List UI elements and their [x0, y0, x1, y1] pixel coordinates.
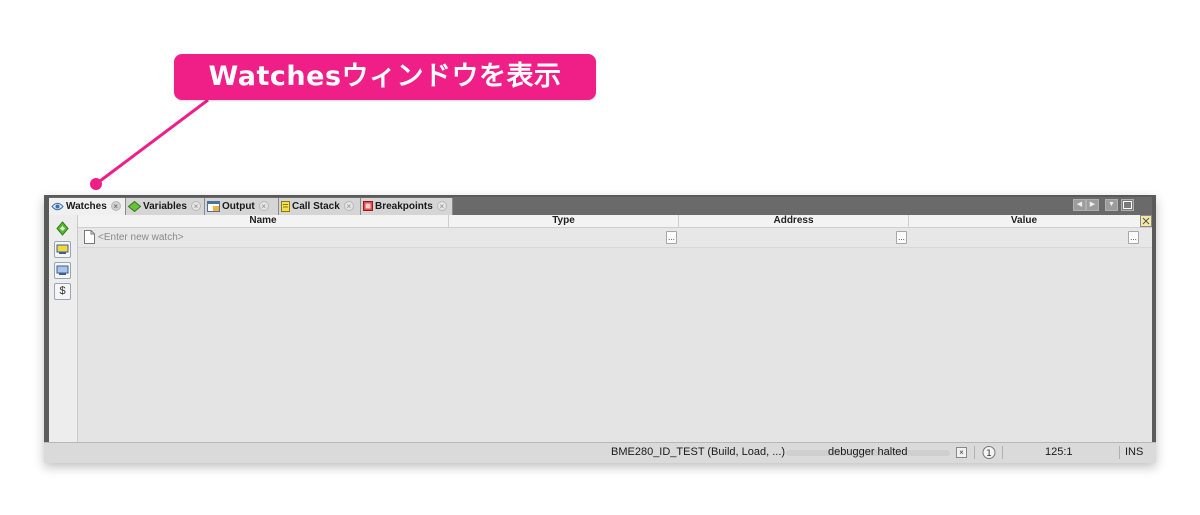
- tab-breakpoints[interactable]: Breakpoints ×: [361, 198, 453, 215]
- caret-position: 125:1: [1045, 446, 1073, 458]
- status-separator: [1119, 446, 1120, 459]
- column-chooser-icon[interactable]: [1140, 215, 1152, 227]
- value-ellipsis-button[interactable]: ...: [1128, 231, 1139, 244]
- breakpoints-icon: [363, 201, 373, 212]
- close-icon[interactable]: ×: [258, 201, 269, 212]
- variables-icon: [128, 200, 141, 212]
- call-stack-icon: [281, 200, 290, 212]
- callout-label: Watchesウィンドウを表示: [174, 54, 596, 100]
- scroll-tabs-right-button[interactable]: ▶: [1086, 199, 1099, 211]
- new-watch-placeholder[interactable]: <Enter new watch>: [98, 232, 184, 243]
- close-icon[interactable]: ×: [436, 201, 447, 212]
- tab-bar: Watches × Variables × Output × Call Stack ×: [49, 197, 1152, 215]
- dollar-symbol-icon: $: [59, 285, 66, 297]
- close-icon[interactable]: ×: [190, 201, 201, 212]
- name-cell[interactable]: <Enter new watch>: [78, 228, 449, 247]
- status-bar: BME280_ID_TEST (Build, Load, ...) debugg…: [44, 442, 1156, 463]
- watch-memory-button[interactable]: [54, 262, 71, 279]
- watches-toolbar: $: [49, 215, 78, 443]
- column-header-address[interactable]: Address: [679, 215, 909, 227]
- column-header-value[interactable]: Value: [909, 215, 1139, 227]
- document-icon: [84, 230, 95, 244]
- address-ellipsis-button[interactable]: ...: [896, 231, 907, 244]
- insert-mode: INS: [1125, 446, 1144, 458]
- value-cell[interactable]: ...: [909, 228, 1141, 247]
- notifications-icon[interactable]: 1: [981, 445, 997, 460]
- type-cell[interactable]: ...: [449, 228, 679, 247]
- type-ellipsis-button[interactable]: ...: [666, 231, 677, 244]
- table-header: Name Type Address Value: [78, 215, 1152, 228]
- column-header-type[interactable]: Type: [449, 215, 679, 227]
- watch-settings-button[interactable]: [54, 241, 71, 258]
- watch-memory-icon: [56, 265, 69, 275]
- status-debugger-state: debugger halted: [828, 446, 908, 458]
- tab-output[interactable]: Output ×: [205, 198, 279, 215]
- close-icon[interactable]: ×: [110, 201, 121, 212]
- svg-text:1: 1: [986, 449, 992, 459]
- watches-table: Name Type Address Value <Enter new watch…: [78, 215, 1152, 443]
- status-separator: [1002, 446, 1003, 459]
- output-icon: [207, 200, 220, 212]
- watches-content: $ Name Type Address Value <Enter new wat…: [49, 215, 1152, 443]
- column-header-name[interactable]: Name: [78, 215, 449, 227]
- tab-watches-label: Watches: [66, 201, 107, 212]
- tab-list-dropdown-button[interactable]: ▼: [1105, 199, 1118, 211]
- maximize-window-button[interactable]: [1121, 199, 1134, 211]
- close-icon[interactable]: ×: [343, 201, 354, 212]
- watch-symbol-button[interactable]: $: [54, 283, 71, 300]
- watches-icon: [51, 202, 64, 211]
- status-separator: [974, 446, 975, 459]
- status-project: BME280_ID_TEST (Build, Load, ...): [611, 446, 786, 458]
- new-watch-icon: [56, 221, 69, 236]
- tab-call-stack-label: Call Stack: [292, 201, 340, 212]
- debugger-panel: Watches × Variables × Output × Call Stack ×: [44, 195, 1156, 463]
- scroll-tabs-left-button[interactable]: ◀: [1073, 199, 1086, 211]
- maximize-icon: [1123, 201, 1132, 209]
- tab-breakpoints-label: Breakpoints: [375, 201, 433, 212]
- tab-output-label: Output: [222, 201, 255, 212]
- new-watch-button[interactable]: [54, 220, 71, 237]
- tab-variables-label: Variables: [143, 201, 187, 212]
- address-cell[interactable]: ...: [679, 228, 909, 247]
- new-watch-row[interactable]: <Enter new watch> ... ... ...: [78, 228, 1152, 248]
- cancel-task-button[interactable]: ×: [956, 447, 967, 458]
- tab-call-stack[interactable]: Call Stack ×: [279, 198, 361, 215]
- tab-variables[interactable]: Variables ×: [126, 198, 205, 215]
- tab-watches[interactable]: Watches ×: [49, 198, 126, 215]
- watch-settings-icon: [56, 244, 69, 254]
